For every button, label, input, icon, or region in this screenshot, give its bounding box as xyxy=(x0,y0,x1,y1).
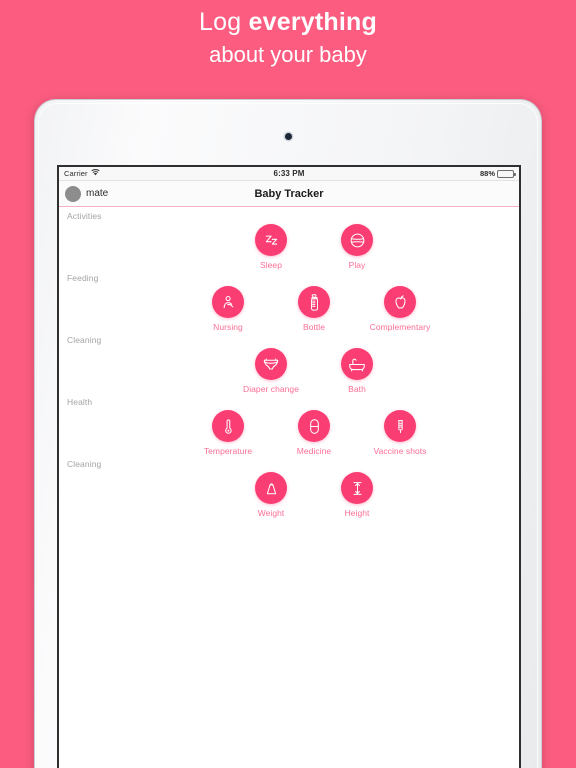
page-title: Baby Tracker xyxy=(254,187,324,200)
diaper-icon xyxy=(255,348,287,380)
tile-height[interactable]: Height xyxy=(325,472,389,518)
section-feeding: Feeding Nursing Bottle Complementary xyxy=(59,270,519,332)
tile-row: Temperature Medicine Vaccine shots xyxy=(59,409,519,456)
tile-temperature[interactable]: Temperature xyxy=(196,410,260,456)
tile-label: Vaccine shots xyxy=(373,446,427,456)
promo-line-1: Log everything xyxy=(0,8,576,38)
tile-label: Nursing xyxy=(213,322,243,332)
section-header: Feeding xyxy=(67,273,99,283)
tile-label: Diaper change xyxy=(243,384,299,394)
section-header: Activities xyxy=(67,211,102,221)
section-cleaning: Cleaning Diaper change Bath xyxy=(59,332,519,394)
tile-label: Bath xyxy=(348,384,366,394)
tile-row: Diaper change Bath xyxy=(59,347,519,394)
promo-headline: Log everything about your baby xyxy=(0,8,576,67)
weight-icon xyxy=(255,472,287,504)
height-icon xyxy=(341,472,373,504)
section-health: Health Temperature Medicine Vaccine shot… xyxy=(59,394,519,456)
battery-icon xyxy=(497,169,516,178)
front-camera-icon xyxy=(285,133,292,140)
promo-line-1-light: Log xyxy=(199,8,249,36)
status-bar-right: 88% xyxy=(479,169,516,178)
tile-row: Nursing Bottle Complementary xyxy=(59,285,519,332)
bathtub-icon xyxy=(341,348,373,380)
tile-weight[interactable]: Weight xyxy=(239,472,303,518)
syringe-icon xyxy=(384,410,416,442)
sleep-zzz-icon xyxy=(255,224,287,256)
tile-label: Temperature xyxy=(203,446,253,456)
tile-row: Sleep Play xyxy=(59,223,519,270)
tile-row: Weight Height xyxy=(59,471,519,518)
ball-icon xyxy=(341,224,373,256)
section-header: Cleaning xyxy=(67,459,102,469)
avatar[interactable] xyxy=(65,185,81,202)
tile-label: Complementary xyxy=(369,322,431,332)
baby-bottle-icon xyxy=(298,286,330,318)
tile-vaccine-shots[interactable]: Vaccine shots xyxy=(368,410,432,456)
nav-user-label: mate xyxy=(86,188,109,199)
status-bar-time: 6:33 PM xyxy=(273,169,305,178)
tile-label: Play xyxy=(348,260,366,270)
nav-bar-user[interactable]: mate xyxy=(65,185,109,202)
activity-list: Activities Sleep Play Feeding Nursing Bo… xyxy=(59,208,519,768)
tile-label: Bottle xyxy=(302,322,326,332)
tile-sleep[interactable]: Sleep xyxy=(239,224,303,270)
tile-diaper-change[interactable]: Diaper change xyxy=(239,348,303,394)
tile-label: Weight xyxy=(257,508,285,518)
tile-medicine[interactable]: Medicine xyxy=(282,410,346,456)
battery-percent-label: 88% xyxy=(479,169,495,178)
status-bar: Carrier 6:33 PM 88% xyxy=(59,167,519,181)
section-activities: Activities Sleep Play xyxy=(59,208,519,270)
apple-icon xyxy=(384,286,416,318)
section-measurements: Cleaning Weight Height xyxy=(59,456,519,518)
section-header: Cleaning xyxy=(67,335,102,345)
navigation-bar: mate Baby Tracker xyxy=(59,181,519,207)
pill-icon xyxy=(298,410,330,442)
device-screen: Carrier 6:33 PM 88% mate Baby Tracker Ac… xyxy=(57,165,521,768)
tile-bath[interactable]: Bath xyxy=(325,348,389,394)
tile-label: Height xyxy=(344,508,370,518)
tile-nursing[interactable]: Nursing xyxy=(196,286,260,332)
thermometer-icon xyxy=(212,410,244,442)
tile-complementary[interactable]: Complementary xyxy=(368,286,432,332)
nursing-icon xyxy=(212,286,244,318)
tile-bottle[interactable]: Bottle xyxy=(282,286,346,332)
tile-label: Sleep xyxy=(260,260,282,270)
tile-play[interactable]: Play xyxy=(325,224,389,270)
section-header: Health xyxy=(67,397,93,407)
tablet-device-frame: Carrier 6:33 PM 88% mate Baby Tracker Ac… xyxy=(34,99,542,768)
promo-line-1-bold: everything xyxy=(248,8,377,36)
promo-line-2: about your baby xyxy=(209,41,367,67)
tile-label: Medicine xyxy=(296,446,332,456)
